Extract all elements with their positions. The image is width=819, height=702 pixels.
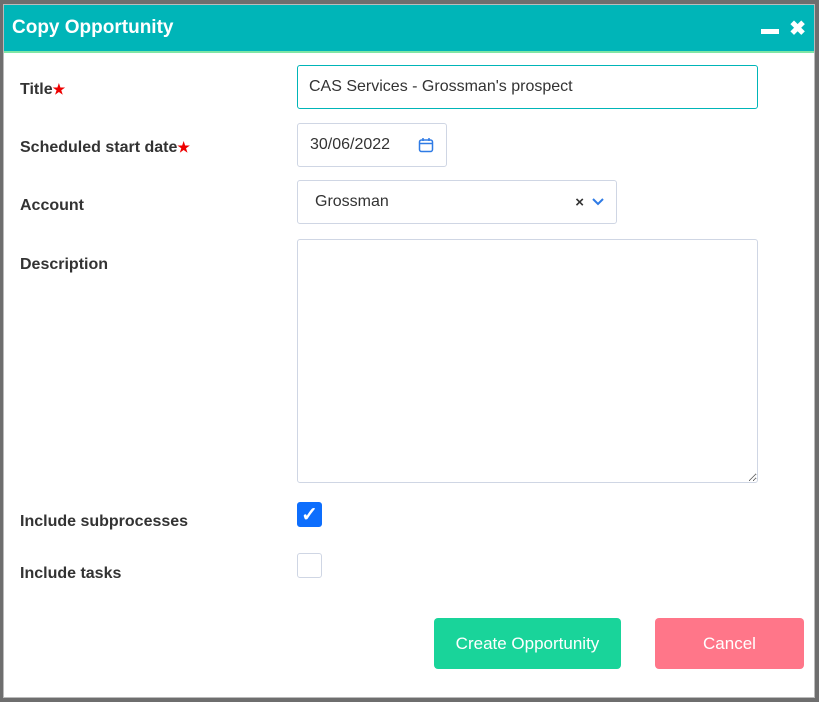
start-date-value: 30/06/2022 <box>310 136 391 153</box>
include-tasks-label: Include tasks <box>20 565 122 582</box>
include-subprocesses-label: Include subprocesses <box>20 513 189 530</box>
chevron-down-icon[interactable] <box>592 198 604 206</box>
required-icon: ★ <box>177 139 190 155</box>
account-label: Account <box>20 197 84 214</box>
clear-icon[interactable]: × <box>575 194 584 211</box>
close-icon[interactable]: ✖ <box>789 16 806 41</box>
cancel-button[interactable]: Cancel <box>655 618 804 669</box>
start-date-label-text: Scheduled start date <box>20 139 178 156</box>
title-label-text: Title <box>20 81 53 98</box>
include-tasks-checkbox[interactable] <box>297 553 322 578</box>
account-value: Grossman <box>315 193 389 210</box>
title-input[interactable]: CAS Services - Grossman's prospect <box>297 65 758 109</box>
copy-opportunity-dialog: Copy Opportunity ✖ Title★ CAS Services -… <box>3 4 815 698</box>
title-value: CAS Services - Grossman's prospect <box>309 78 573 95</box>
description-textarea[interactable] <box>297 239 758 483</box>
description-label: Description <box>20 256 109 273</box>
start-date-input[interactable]: 30/06/2022 <box>297 123 447 167</box>
dialog-title: Copy Opportunity <box>12 17 174 38</box>
calendar-icon[interactable] <box>418 137 434 153</box>
minimize-icon[interactable] <box>761 17 780 40</box>
create-opportunity-button[interactable]: Create Opportunity <box>434 618 621 669</box>
title-label: Title★ <box>20 81 65 99</box>
required-icon: ★ <box>52 81 66 97</box>
account-select[interactable]: Grossman × <box>297 180 617 224</box>
start-date-label: Scheduled start date★ <box>20 139 190 157</box>
dialog-header: Copy Opportunity ✖ <box>4 5 814 53</box>
include-subprocesses-checkbox[interactable]: ✓ <box>297 502 322 527</box>
